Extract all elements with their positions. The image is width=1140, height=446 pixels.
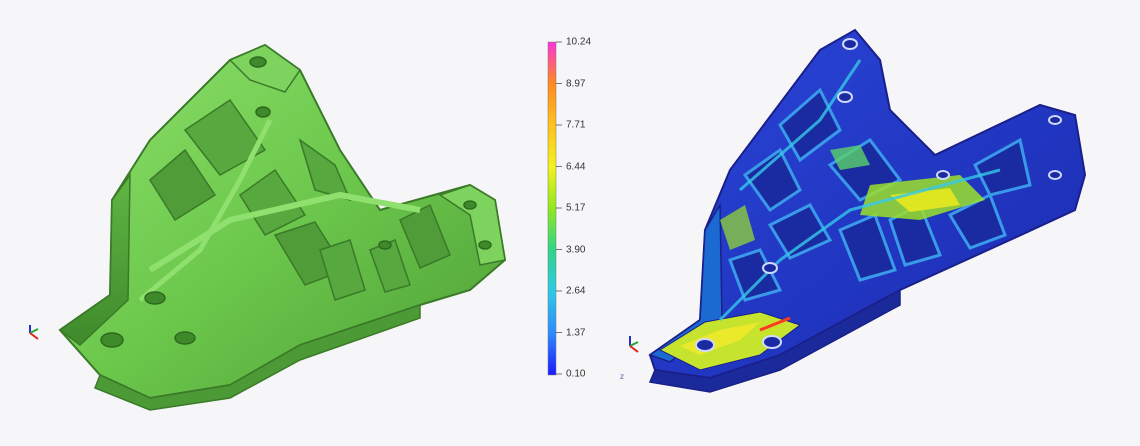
left-bracket-model[interactable] [58, 43, 507, 411]
axis-triad-icon [29, 325, 39, 340]
legend-value-label: 10.24 [566, 36, 592, 48]
legend-value-label: 8.97 [566, 78, 586, 89]
legend-value-label: 5.17 [566, 202, 586, 214]
legend-value-label: 1.37 [566, 327, 586, 338]
legend-labels: 10.24 8.97 7.71 6.44 5.17 3.90 2.64 1.37 0.10 [558, 32, 618, 382]
axis-letter-z: z [620, 372, 624, 381]
axis-triad-icon [629, 336, 639, 353]
legend-value-label: 2.64 [566, 285, 586, 297]
legend-value-label: 7.71 [566, 119, 586, 131]
legend-value-label: 6.44 [566, 161, 586, 172]
right-stress-model[interactable] [648, 28, 1087, 393]
legend-value-label: 0.10 [566, 368, 586, 380]
legend-value-label: 3.90 [566, 244, 586, 255]
